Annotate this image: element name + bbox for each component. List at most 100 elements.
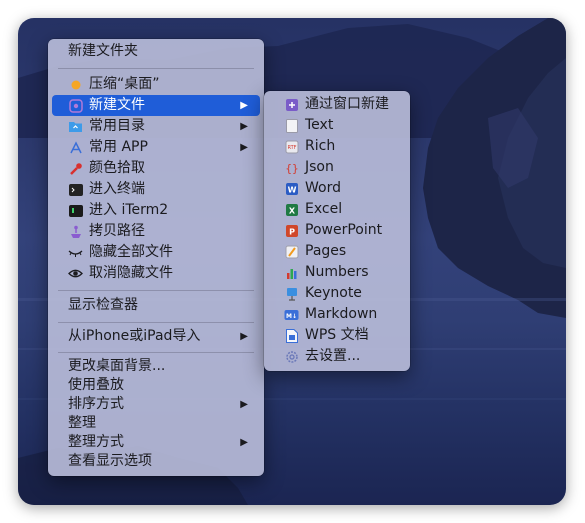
menu-item-label: 显示检查器 xyxy=(68,297,138,313)
submenu-item-label: 去设置... xyxy=(305,348,361,364)
submenu-item-label: Word xyxy=(305,180,341,196)
desktop-context-menu: 新建文件夹 压缩“桌面” 新建文件 ▶ 常用目录 ▶ 常用 APP ▶ 颜色拾取 xyxy=(48,39,264,476)
gear-icon xyxy=(284,349,299,364)
menu-item-label: 隐藏全部文件 xyxy=(89,244,173,260)
svg-text:X: X xyxy=(288,206,295,215)
menu-item-clean-up-by[interactable]: 整理方式 ▶ xyxy=(52,433,260,452)
submenu-item-label: PowerPoint xyxy=(305,222,383,238)
eyedropper-icon xyxy=(68,161,83,176)
submenu-arrow-icon: ▶ xyxy=(240,142,248,153)
submenu-arrow-icon: ▶ xyxy=(240,437,248,448)
submenu-item-rich[interactable]: RTF Rich xyxy=(268,136,406,157)
menu-item-open-terminal[interactable]: 进入终端 xyxy=(52,179,260,200)
new-file-icon xyxy=(68,98,83,113)
submenu-item-text[interactable]: Text xyxy=(268,115,406,136)
menu-item-new-folder[interactable]: 新建文件夹 xyxy=(52,41,260,62)
json-braces-icon: {} xyxy=(284,160,299,175)
markdown-icon: M↓ xyxy=(284,307,299,322)
menu-separator xyxy=(58,68,254,69)
menu-item-label: 常用目录 xyxy=(89,118,145,134)
menu-item-common-dirs[interactable]: 常用目录 ▶ xyxy=(52,116,260,137)
submenu-item-excel[interactable]: X Excel xyxy=(268,199,406,220)
submenu-item-numbers[interactable]: Numbers xyxy=(268,262,406,283)
menu-item-sort-by[interactable]: 排序方式 ▶ xyxy=(52,395,260,414)
menu-item-hide-all[interactable]: 隐藏全部文件 xyxy=(52,242,260,263)
menu-item-copy-path[interactable]: 拷贝路径 xyxy=(52,221,260,242)
submenu-item-label: Numbers xyxy=(305,264,369,280)
menu-item-import-iphone[interactable]: 从iPhone或iPad导入 ▶ xyxy=(52,326,260,347)
text-file-icon xyxy=(284,118,299,133)
keynote-icon xyxy=(284,286,299,301)
menu-item-new-file[interactable]: 新建文件 ▶ xyxy=(52,95,260,116)
submenu-item-label: Keynote xyxy=(305,285,362,301)
menu-item-label: 新建文件 xyxy=(89,97,145,113)
excel-icon: X xyxy=(284,202,299,217)
menu-separator xyxy=(58,352,254,353)
menu-item-common-apps[interactable]: 常用 APP ▶ xyxy=(52,137,260,158)
submenu-item-keynote[interactable]: Keynote xyxy=(268,283,406,304)
submenu-item-powerpoint[interactable]: P PowerPoint xyxy=(268,220,406,241)
menu-item-label: 整理方式 xyxy=(68,434,124,450)
submenu-arrow-icon: ▶ xyxy=(240,331,248,342)
closed-eye-icon xyxy=(68,245,83,260)
menu-item-label: 排序方式 xyxy=(68,396,124,412)
submenu-item-label: Rich xyxy=(305,138,336,154)
submenu-item-pages[interactable]: Pages xyxy=(268,241,406,262)
submenu-item-settings[interactable]: 去设置... xyxy=(268,346,406,367)
menu-separator xyxy=(58,322,254,323)
menu-item-change-background[interactable]: 更改桌面背景... xyxy=(52,357,260,376)
menu-item-label: 拷贝路径 xyxy=(89,223,145,239)
submenu-item-word[interactable]: W Word xyxy=(268,178,406,199)
menu-item-label: 压缩“桌面” xyxy=(89,76,160,92)
menu-item-label: 整理 xyxy=(68,415,96,431)
word-icon: W xyxy=(284,181,299,196)
compress-icon xyxy=(68,77,83,92)
submenu-item-markdown[interactable]: M↓ Markdown xyxy=(268,304,406,325)
svg-text:RTF: RTF xyxy=(287,145,296,151)
menu-item-view-options[interactable]: 查看显示选项 xyxy=(52,452,260,471)
powerpoint-icon: P xyxy=(284,223,299,238)
pages-icon xyxy=(284,244,299,259)
menu-separator xyxy=(58,290,254,291)
menu-item-label: 新建文件夹 xyxy=(68,43,138,59)
svg-text:{}: {} xyxy=(285,162,298,175)
menu-item-show-inspector[interactable]: 显示检查器 xyxy=(52,295,260,316)
svg-text:P: P xyxy=(289,227,295,236)
menu-item-unhide-all[interactable]: 取消隐藏文件 xyxy=(52,263,260,284)
numbers-icon xyxy=(284,265,299,280)
menu-item-label: 常用 APP xyxy=(89,139,148,155)
submenu-item-label: 通过窗口新建 xyxy=(305,96,389,112)
new-window-icon xyxy=(284,97,299,112)
submenu-item-wps[interactable]: WPS 文档 xyxy=(268,325,406,346)
menu-item-open-iterm[interactable]: 进入 iTerm2 xyxy=(52,200,260,221)
menu-item-label: 查看显示选项 xyxy=(68,453,152,469)
menu-item-clean-up[interactable]: 整理 xyxy=(52,414,260,433)
app-store-icon xyxy=(68,140,83,155)
svg-text:M↓: M↓ xyxy=(286,312,297,319)
submenu-item-label: Markdown xyxy=(305,306,378,322)
new-file-submenu: 通过窗口新建 Text RTF Rich {} Json W Word X Ex… xyxy=(264,91,410,371)
submenu-item-via-window[interactable]: 通过窗口新建 xyxy=(268,94,406,115)
iterm-icon xyxy=(68,203,83,218)
submenu-item-label: Excel xyxy=(305,201,343,217)
rich-text-icon: RTF xyxy=(284,139,299,154)
submenu-item-label: Text xyxy=(305,117,334,133)
submenu-item-label: Json xyxy=(305,159,334,175)
submenu-arrow-icon: ▶ xyxy=(240,100,248,111)
menu-item-label: 颜色拾取 xyxy=(89,160,145,176)
menu-item-use-stacks[interactable]: 使用叠放 xyxy=(52,376,260,395)
menu-item-label: 进入 iTerm2 xyxy=(89,202,169,218)
submenu-arrow-icon: ▶ xyxy=(240,399,248,410)
svg-text:W: W xyxy=(287,185,296,194)
submenu-item-label: WPS 文档 xyxy=(305,327,369,343)
submenu-arrow-icon: ▶ xyxy=(240,121,248,132)
menu-item-label: 更改桌面背景... xyxy=(68,358,166,374)
menu-item-color-picker[interactable]: 颜色拾取 xyxy=(52,158,260,179)
path-icon xyxy=(68,224,83,239)
menu-item-label: 进入终端 xyxy=(89,181,145,197)
eye-icon xyxy=(68,266,83,281)
submenu-item-json[interactable]: {} Json xyxy=(268,157,406,178)
menu-item-label: 使用叠放 xyxy=(68,377,124,393)
menu-item-label: 取消隐藏文件 xyxy=(89,265,173,281)
menu-item-compress[interactable]: 压缩“桌面” xyxy=(52,74,260,95)
